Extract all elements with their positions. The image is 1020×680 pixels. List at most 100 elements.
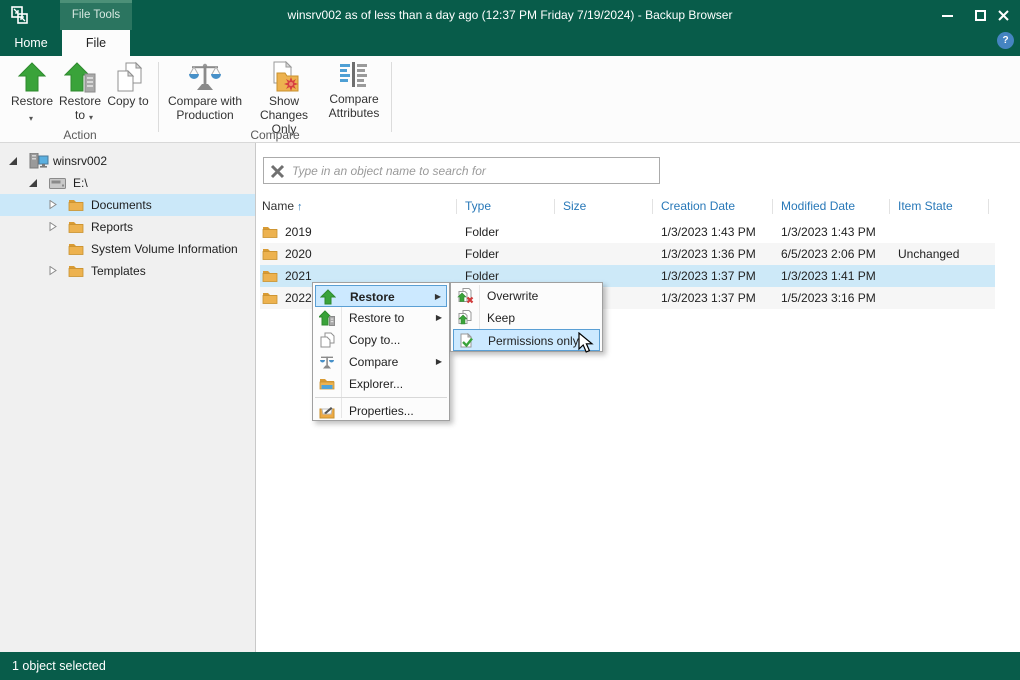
cell-modified-date: 1/5/2023 3:16 PM — [781, 287, 876, 309]
compare-group-label: Compare — [163, 128, 387, 142]
tree-label: Documents — [91, 194, 152, 216]
file-tools-contextual-tab[interactable]: File Tools — [60, 0, 132, 30]
cell-item-state: Unchanged — [898, 243, 959, 265]
scales-icon — [188, 61, 222, 93]
tab-file[interactable]: File — [62, 30, 130, 56]
column-header-name[interactable]: Name↑ — [262, 195, 303, 218]
changed-folder-icon — [268, 61, 300, 93]
expanded-arrow-icon[interactable] — [8, 156, 18, 166]
column-header-size[interactable]: Size — [563, 195, 586, 217]
keep-icon — [457, 310, 474, 326]
ribbon-separator — [391, 62, 392, 132]
column-header-creation-date[interactable]: Creation Date — [661, 195, 735, 217]
tree-label: Reports — [91, 216, 133, 238]
menu-item-label: Compare — [349, 351, 398, 373]
column-header-modified-date[interactable]: Modified Date — [781, 195, 855, 217]
copy-to-button[interactable]: Copy to — [104, 59, 152, 127]
expanded-arrow-icon[interactable] — [28, 178, 38, 188]
compare-with-production-button[interactable]: Compare with Production — [163, 59, 247, 127]
menu-separator — [315, 397, 447, 398]
cell-creation-date: 1/3/2023 1:36 PM — [661, 243, 756, 265]
app-icon — [9, 5, 29, 25]
tree-label: winsrv002 — [53, 150, 107, 172]
tree-item-winsrv002[interactable]: winsrv002 — [0, 150, 255, 172]
menu-item-properties[interactable]: Properties... — [315, 400, 447, 422]
submenu-arrow-icon: ▶ — [435, 286, 441, 308]
restore-button[interactable]: Restore ▾ — [8, 59, 56, 127]
restore-to-label: Restore to — [56, 94, 104, 122]
menu-item-label: Keep — [487, 307, 515, 329]
submenu-arrow-icon: ▶ — [436, 351, 442, 373]
menu-item-label: Copy to... — [349, 329, 400, 351]
folder-icon — [68, 198, 84, 211]
menu-item-label: Explorer... — [349, 373, 403, 395]
tree-label: System Volume Information — [91, 238, 238, 260]
copy-to-label: Copy to — [104, 94, 152, 108]
submenu-item-overwrite[interactable]: Overwrite — [453, 285, 600, 307]
menu-item-restore[interactable]: Restore ▶ — [315, 285, 447, 307]
restore-to-dropdown-caret: ▾ — [89, 113, 93, 122]
title-bar: File Tools winsrv002 as of less than a d… — [0, 0, 1020, 30]
menu-item-label: Properties... — [349, 400, 414, 422]
close-button[interactable] — [986, 0, 1020, 30]
ribbon-separator — [158, 62, 159, 132]
restore-to-icon — [319, 310, 335, 326]
folder-icon — [262, 247, 278, 260]
submenu-item-keep[interactable]: Keep — [453, 307, 600, 329]
clear-search-icon[interactable] — [270, 164, 285, 179]
menu-item-explorer[interactable]: Explorer... — [315, 373, 447, 395]
compare-attributes-button[interactable]: Compare Attributes — [321, 59, 387, 127]
tab-home[interactable]: Home — [0, 30, 62, 56]
tree-label: Templates — [91, 260, 146, 282]
copy-pages-icon — [112, 61, 144, 93]
scales-icon — [319, 354, 335, 370]
menu-item-copy-to[interactable]: Copy to... — [315, 329, 447, 351]
column-header-item-state[interactable]: Item State — [898, 195, 953, 217]
sort-ascending-icon: ↑ — [294, 201, 303, 213]
context-menu: Restore ▶ Restore to ▶ Copy to... — [312, 282, 450, 421]
collapsed-arrow-icon[interactable] — [48, 200, 58, 210]
cell-type: Folder — [465, 243, 499, 265]
menu-item-label: Restore to — [349, 307, 404, 329]
help-button[interactable]: ? — [997, 32, 1014, 49]
cell-modified-date: 1/3/2023 1:41 PM — [781, 265, 876, 287]
file-tools-label: File Tools — [60, 9, 132, 21]
restore-dropdown-caret: ▾ — [29, 114, 33, 123]
menu-item-restore-to[interactable]: Restore to ▶ — [315, 307, 447, 329]
status-text: 1 object selected — [12, 659, 106, 673]
menu-item-label: Restore — [350, 286, 395, 308]
tree-item-reports[interactable]: Reports — [0, 216, 255, 238]
show-changes-only-button[interactable]: Show Changes Only — [247, 59, 321, 127]
folder-icon — [262, 269, 278, 282]
restore-arrow-icon — [16, 61, 48, 93]
minimize-button[interactable] — [930, 0, 964, 30]
restore-to-button[interactable]: Restore to ▾ — [56, 59, 104, 127]
table-header: Name↑ Type Size Creation Date Modified D… — [260, 195, 1000, 217]
cell-type: Folder — [465, 221, 499, 243]
table-row-2019[interactable]: 2019 Folder 1/3/2023 1:43 PM 1/3/2023 1:… — [260, 221, 995, 243]
cell-modified-date: 6/5/2023 2:06 PM — [781, 243, 876, 265]
search-input[interactable] — [292, 160, 652, 181]
tree-label: E:\ — [73, 172, 88, 194]
minimize-icon — [942, 10, 953, 20]
tree-item-documents[interactable]: Documents — [0, 194, 255, 216]
folder-icon — [262, 291, 278, 304]
mouse-cursor — [578, 332, 596, 354]
column-header-type[interactable]: Type — [465, 195, 491, 217]
submenu-arrow-icon: ▶ — [436, 307, 442, 329]
file-tools-accent — [60, 0, 132, 3]
compare-attributes-label: Compare Attributes — [321, 92, 387, 120]
folder-icon — [68, 264, 84, 277]
folder-icon — [68, 242, 84, 255]
tree-item-templates[interactable]: Templates — [0, 260, 255, 282]
permissions-only-icon — [458, 333, 475, 349]
table-row-2020[interactable]: 2020 Folder 1/3/2023 1:36 PM 6/5/2023 2:… — [260, 243, 995, 265]
status-bar: 1 object selected — [0, 652, 1020, 680]
copy-pages-icon — [319, 332, 335, 348]
collapsed-arrow-icon[interactable] — [48, 266, 58, 276]
tree-item-system-volume-information[interactable]: System Volume Information — [0, 238, 255, 260]
cell-creation-date: 1/3/2023 1:37 PM — [661, 265, 756, 287]
tree-item-e-drive[interactable]: E:\ — [0, 172, 255, 194]
menu-item-compare[interactable]: Compare ▶ — [315, 351, 447, 373]
collapsed-arrow-icon[interactable] — [48, 222, 58, 232]
